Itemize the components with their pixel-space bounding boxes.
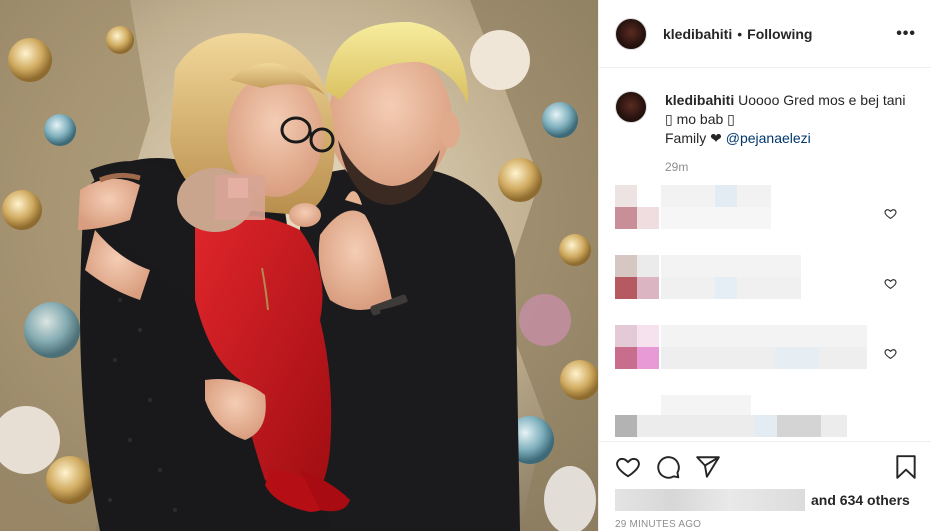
redacted-text bbox=[661, 207, 771, 229]
caption-mention-link[interactable]: @pejanaelezi bbox=[726, 130, 811, 146]
comments-area[interactable]: kledibahiti Uoooo Gred mos e bej tani ▯ … bbox=[599, 69, 931, 441]
redacted-text bbox=[661, 255, 801, 277]
likes-summary[interactable]: and 634 others bbox=[615, 489, 910, 511]
comment-row bbox=[615, 255, 915, 299]
author-username[interactable]: kledibahiti bbox=[663, 26, 732, 42]
caption-avatar[interactable] bbox=[615, 91, 647, 123]
caption: kledibahiti Uoooo Gred mos e bej tani ▯ … bbox=[615, 91, 915, 148]
action-buttons bbox=[615, 454, 916, 480]
redacted-avatar bbox=[615, 185, 637, 207]
heart-outline-icon[interactable] bbox=[615, 454, 641, 480]
family-photo-illustration bbox=[0, 0, 598, 531]
redacted-avatar bbox=[615, 415, 637, 437]
post-actions: and 634 others 29 MINUTES AGO bbox=[599, 441, 931, 531]
comment-row bbox=[615, 185, 915, 229]
post-side-panel: kledibahiti • Following ••• kledibahiti … bbox=[598, 0, 931, 531]
speech-bubble-icon[interactable] bbox=[655, 454, 681, 480]
following-button[interactable]: Following bbox=[747, 26, 812, 42]
post-timestamp[interactable]: 29 MINUTES AGO bbox=[615, 519, 701, 530]
paper-plane-icon[interactable] bbox=[695, 454, 721, 480]
redacted-block bbox=[637, 207, 659, 229]
redacted-avatar bbox=[615, 277, 637, 299]
redacted-avatar bbox=[615, 325, 637, 347]
likes-others-count[interactable]: and 634 others bbox=[811, 492, 910, 508]
redacted-avatar bbox=[615, 207, 637, 229]
caption-line-1: Uoooo Gred mos e bej tani bbox=[738, 92, 906, 108]
redacted-text bbox=[661, 395, 751, 415]
ellipsis-icon[interactable]: ••• bbox=[896, 25, 916, 43]
comment-row bbox=[615, 395, 915, 439]
redacted-liker-names bbox=[615, 489, 805, 511]
redacted-block bbox=[715, 277, 737, 299]
author-avatar[interactable] bbox=[615, 17, 647, 50]
redacted-block bbox=[637, 325, 659, 347]
redacted-block bbox=[637, 347, 659, 369]
caption-line-3: Family ❤ bbox=[665, 130, 726, 146]
comment-like-icon[interactable] bbox=[884, 207, 897, 220]
redacted-block bbox=[715, 185, 737, 207]
header-separator: • bbox=[737, 25, 743, 42]
post-photo[interactable] bbox=[0, 0, 598, 531]
redacted-avatar bbox=[615, 255, 637, 277]
comment-like-icon[interactable] bbox=[884, 277, 897, 290]
caption-time[interactable]: 29m bbox=[665, 160, 688, 174]
comment-row bbox=[615, 325, 915, 369]
post-header: kledibahiti • Following ••• bbox=[599, 0, 931, 68]
redacted-block bbox=[777, 415, 821, 437]
caption-username[interactable]: kledibahiti bbox=[665, 92, 734, 108]
redacted-block bbox=[637, 277, 659, 299]
redacted-block bbox=[637, 255, 659, 277]
redacted-block bbox=[775, 347, 819, 369]
caption-line-2: ▯ mo bab ▯ bbox=[665, 111, 735, 127]
redacted-text bbox=[661, 325, 867, 347]
redacted-avatar bbox=[615, 347, 637, 369]
caption-text: kledibahiti Uoooo Gred mos e bej tani ▯ … bbox=[665, 91, 915, 148]
comment-like-icon[interactable] bbox=[884, 347, 897, 360]
redacted-block bbox=[755, 415, 777, 437]
redacted-text bbox=[661, 347, 867, 369]
bookmark-icon[interactable] bbox=[893, 454, 919, 480]
